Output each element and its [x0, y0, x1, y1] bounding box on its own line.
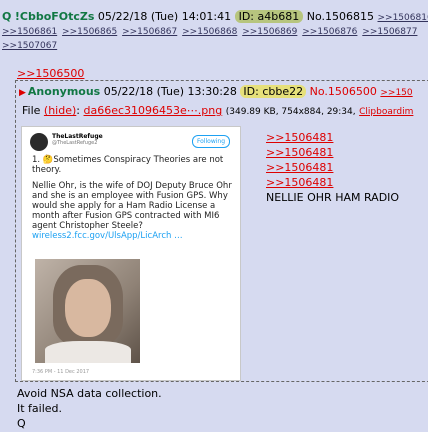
quoted-poster-name: Anonymous: [27, 85, 101, 98]
quote-link[interactable]: >>1506481: [266, 145, 399, 160]
tripcode: !CbboFOtcZs: [14, 10, 95, 23]
quoted-id-badge[interactable]: ID: cbbe22: [240, 85, 307, 98]
reply-links-row: >>1507067: [2, 41, 59, 51]
reply-links-row: >>1506861 >>1506865 >>1506867 >>1506868 …: [2, 27, 419, 37]
post-number[interactable]: No.1506815: [307, 10, 374, 23]
reply-link[interactable]: >>1506877: [362, 27, 417, 37]
reply-link[interactable]: >>1506869: [242, 27, 297, 37]
quoted-post-header: ▶ Anonymous 05/22/18 (Tue) 13:30:28 ID: c…: [19, 85, 413, 98]
tweet-line: Nellie Ohr, is the wife of DOJ Deputy Br…: [32, 181, 232, 231]
quoted-backlink[interactable]: >>150: [380, 88, 412, 98]
reply-link[interactable]: >>1506861: [2, 27, 57, 37]
reply-link[interactable]: >>1506868: [182, 27, 237, 37]
file-details: (349.89 KB, 754x884, 29:34,: [225, 107, 356, 117]
post-message: Avoid NSA data collection. It failed. Q: [17, 386, 162, 431]
quote-link[interactable]: >>1506500: [17, 67, 84, 80]
clipboard-link[interactable]: Clipboardim: [359, 107, 413, 117]
file-label: File: [22, 104, 41, 117]
message-line: It failed.: [17, 402, 63, 415]
twitter-avatar: [30, 133, 48, 151]
file-name-link[interactable]: da66ec31096453e⋯.png: [84, 104, 223, 117]
twitter-handle: @TheLastRefuge2: [52, 140, 98, 146]
quote-link[interactable]: >>1506481: [266, 160, 399, 175]
quote-link[interactable]: >>1506481: [266, 175, 399, 190]
poster-id-badge[interactable]: ID: a4b681: [234, 10, 304, 23]
reply-link[interactable]: >>1506876: [302, 27, 357, 37]
post-datetime: 05/22/18 (Tue) 14:01:41: [97, 10, 232, 23]
reply-link[interactable]: >>1507067: [2, 41, 57, 51]
quoted-message: NELLIE OHR HAM RADIO: [266, 191, 400, 204]
tweet-link: wireless2.fcc.gov/UlsApp/LicArch …: [32, 231, 183, 241]
reply-link[interactable]: >>1506865: [62, 27, 117, 37]
tweet-line: 1. 🤔Sometimes Conspiracy Theories are no…: [32, 155, 224, 175]
hide-link[interactable]: (hide): [44, 104, 76, 117]
expand-triangle-icon[interactable]: ▶: [19, 88, 26, 98]
quoted-post-number[interactable]: No.1506500: [310, 85, 377, 98]
post-header: Q !CbboFOtcZs 05/22/18 (Tue) 14:01:41 ID…: [2, 10, 428, 23]
message-line: Q: [17, 417, 26, 430]
tweet-timestamp: 7:36 PM - 11 Dec 2017: [32, 369, 90, 375]
quoted-post-datetime: 05/22/18 (Tue) 13:30:28: [103, 85, 237, 98]
follow-button: Following: [192, 135, 230, 148]
reply-link[interactable]: >>1506867: [122, 27, 177, 37]
inline-quoted-post: ▶ Anonymous 05/22/18 (Tue) 13:30:28 ID: c…: [15, 80, 428, 382]
quote-link[interactable]: >>1506481: [266, 130, 399, 145]
image-thumbnail[interactable]: TheLastRefuge @TheLastRefuge2 Following …: [21, 126, 241, 381]
quoted-post-body: >>1506481 >>1506481 >>1506481 >>1506481 …: [266, 130, 399, 205]
twitter-account-name: TheLastRefuge: [52, 133, 103, 140]
poster-name: Q: [2, 10, 12, 23]
tweet-body: 1. 🤔Sometimes Conspiracy Theories are no…: [32, 155, 232, 247]
portrait-photo: [35, 259, 140, 363]
file-info-line: File (hide): da66ec31096453e⋯.png (349.8…: [22, 104, 414, 117]
message-line: Avoid NSA data collection.: [17, 387, 162, 400]
reply-link[interactable]: >>1506816: [378, 13, 428, 23]
